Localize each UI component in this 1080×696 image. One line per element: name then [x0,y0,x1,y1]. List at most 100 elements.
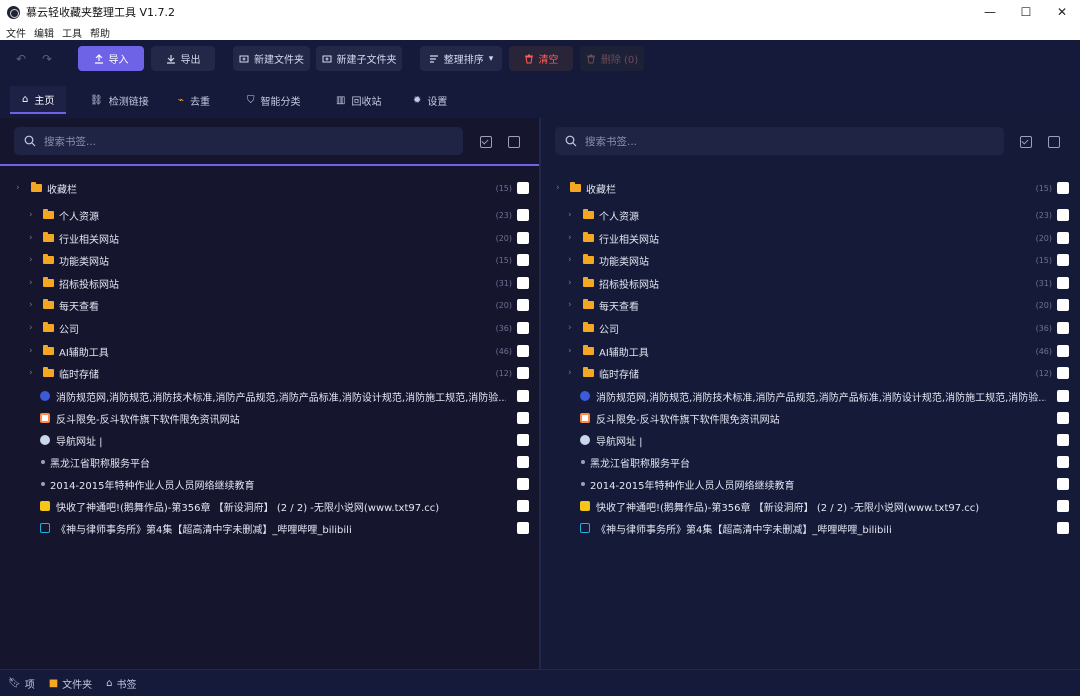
chevron-right-icon[interactable]: › [29,368,33,378]
row-checkbox[interactable] [1057,478,1069,490]
menu-help[interactable]: 帮助 [90,25,110,40]
search-input[interactable]: 搜索书签... [555,127,1004,155]
row-checkbox[interactable] [1057,209,1069,221]
sort-dropdown[interactable]: 整理排序 ▾ [420,46,502,71]
chevron-right-icon[interactable]: › [568,323,572,333]
undo-icon[interactable]: ↶ [16,52,26,66]
bookmark-row[interactable]: 快收了神通吧!(鹅舞作品)-第356章 【新设洞府】 (2 / 2) -无限小说… [541,495,1080,517]
chevron-right-icon[interactable]: › [568,346,572,356]
row-checkbox[interactable] [517,412,529,424]
row-checkbox[interactable] [517,367,529,379]
chevron-right-icon[interactable]: › [29,300,33,310]
row-checkbox[interactable] [517,209,529,221]
row-checkbox[interactable] [517,478,529,490]
tree-folder-row[interactable]: › 每天查看 (20) [541,294,1080,316]
chevron-right-icon[interactable]: › [29,255,33,265]
tree-folder-row[interactable]: › 个人资源 (23) [0,204,539,226]
bookmark-row[interactable]: 《神与律师事务所》第4集【超高清中字未删减】_哔哩哔哩_bilibili [0,517,539,539]
tree-folder-row[interactable]: › 功能类网站 (15) [541,249,1080,271]
row-checkbox[interactable] [517,522,529,534]
chevron-right-icon[interactable]: › [568,255,572,265]
clear-button[interactable]: 清空 [509,46,573,71]
bookmark-row[interactable]: 反斗限免-反斗软件旗下软件限免资讯网站 [0,407,539,429]
tree-folder-row[interactable]: › 行业相关网站 (20) [0,227,539,249]
tree-folder-row[interactable]: › 招标投标网站 (31) [0,272,539,294]
chevron-right-icon[interactable]: › [29,210,33,220]
tree-folder-row[interactable]: › 行业相关网站 (20) [541,227,1080,249]
new-subfolder-button[interactable]: 新建子文件夹 [316,46,402,71]
tree-folder-row[interactable]: › 临时存储 (12) [0,362,539,384]
bookmark-row[interactable]: 导航网址 | [0,429,539,451]
close-button[interactable]: ✕ [1044,0,1080,24]
chevron-right-icon[interactable]: › [16,183,20,193]
row-checkbox[interactable] [517,345,529,357]
row-checkbox[interactable] [1057,456,1069,468]
bookmark-row[interactable]: 导航网址 | [541,429,1080,451]
chevron-right-icon[interactable]: › [568,233,572,243]
chevron-right-icon[interactable]: › [568,368,572,378]
tree-folder-row[interactable]: › 功能类网站 (15) [0,249,539,271]
row-checkbox[interactable] [517,390,529,402]
row-checkbox[interactable] [517,182,529,194]
bookmark-row[interactable]: 反斗限免-反斗软件旗下软件限免资讯网站 [541,407,1080,429]
chevron-right-icon[interactable]: › [568,300,572,310]
row-checkbox[interactable] [1057,182,1069,194]
row-checkbox[interactable] [1057,412,1069,424]
chevron-right-icon[interactable]: › [29,346,33,356]
bookmark-row[interactable]: 消防规范网,消防规范,消防技术标准,消防产品规范,消防产品标准,消防设计规范,消… [541,385,1080,407]
bookmark-row[interactable]: 2014-2015年特种作业人员人员网络继续教育 [0,473,539,495]
tree-folder-row[interactable]: › 临时存储 (12) [541,362,1080,384]
tab-settings[interactable]: ✹ 设置 [413,86,447,114]
select-all-icon[interactable] [1020,136,1032,148]
select-all-icon[interactable] [480,136,492,148]
row-checkbox[interactable] [517,299,529,311]
redo-icon[interactable]: ↷ [42,52,52,66]
import-button[interactable]: 导入 [78,46,144,71]
tree-folder-row[interactable]: › 招标投标网站 (31) [541,272,1080,294]
maximize-button[interactable]: ☐ [1008,0,1044,24]
row-checkbox[interactable] [1057,254,1069,266]
chevron-right-icon[interactable]: › [556,183,560,193]
row-checkbox[interactable] [1057,345,1069,357]
row-checkbox[interactable] [517,500,529,512]
row-checkbox[interactable] [1057,500,1069,512]
chevron-right-icon[interactable]: › [29,278,33,288]
row-checkbox[interactable] [517,232,529,244]
tree-root-row[interactable]: › 收藏栏 (15) [541,177,1080,199]
tree-folder-row[interactable]: › 公司 (36) [541,317,1080,339]
bookmark-row[interactable]: 快收了神通吧!(鹅舞作品)-第356章 【新设洞府】 (2 / 2) -无限小说… [0,495,539,517]
tree-folder-row[interactable]: › 每天查看 (20) [0,294,539,316]
tab-smart-classify[interactable]: ⛉ 智能分类 [247,86,301,114]
deselect-all-icon[interactable] [1048,136,1060,148]
bookmark-row[interactable]: 消防规范网,消防规范,消防技术标准,消防产品规范,消防产品标准,消防设计规范,消… [0,385,539,407]
tab-dedupe[interactable]: ⌁ 去重 [178,86,210,114]
chevron-right-icon[interactable]: › [568,278,572,288]
delete-button[interactable]: 删除 (0) [580,46,644,71]
row-checkbox[interactable] [517,434,529,446]
bookmark-row[interactable]: 《神与律师事务所》第4集【超高清中字未删减】_哔哩哔哩_bilibili [541,517,1080,539]
row-checkbox[interactable] [1057,322,1069,334]
export-button[interactable]: 导出 [151,46,215,71]
menu-file[interactable]: 文件 [6,25,26,40]
deselect-all-icon[interactable] [508,136,520,148]
row-checkbox[interactable] [1057,299,1069,311]
chevron-right-icon[interactable]: › [29,323,33,333]
tree-folder-row[interactable]: › 公司 (36) [0,317,539,339]
chevron-right-icon[interactable]: › [29,233,33,243]
row-checkbox[interactable] [1057,367,1069,379]
tree-folder-row[interactable]: › AI辅助工具 (46) [541,340,1080,362]
row-checkbox[interactable] [517,456,529,468]
tab-recycle-bin[interactable]: ▥ 回收站 [336,86,381,114]
row-checkbox[interactable] [1057,232,1069,244]
tree-root-row[interactable]: › 收藏栏 (15) [0,177,539,199]
tree-folder-row[interactable]: › 个人资源 (23) [541,204,1080,226]
row-checkbox[interactable] [1057,522,1069,534]
row-checkbox[interactable] [1057,390,1069,402]
row-checkbox[interactable] [1057,277,1069,289]
menu-tools[interactable]: 工具 [62,25,82,40]
row-checkbox[interactable] [1057,434,1069,446]
tab-home[interactable]: ⌂ 主页 [10,86,67,114]
tree-folder-row[interactable]: › AI辅助工具 (46) [0,340,539,362]
new-folder-button[interactable]: 新建文件夹 [233,46,310,71]
row-checkbox[interactable] [517,277,529,289]
